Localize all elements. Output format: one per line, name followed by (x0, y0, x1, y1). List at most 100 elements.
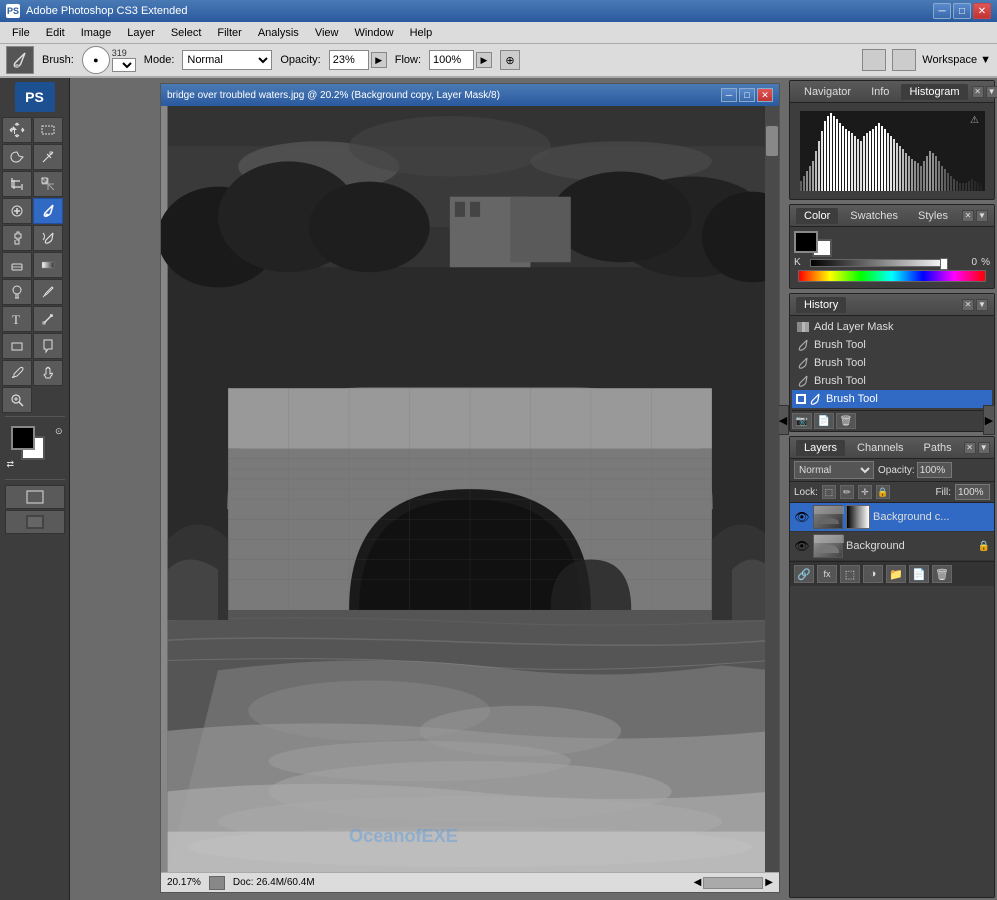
layer-opacity-input[interactable] (917, 462, 952, 478)
pen-tool[interactable] (33, 279, 63, 305)
panels-collapse-right[interactable]: ▶ (983, 405, 995, 435)
channels-tab[interactable]: Channels (849, 440, 911, 456)
histogram-menu-btn[interactable]: ▼ (986, 86, 997, 98)
histogram-close-btn[interactable]: ✕ (972, 86, 984, 98)
scroll-right[interactable]: ▶ (765, 877, 773, 889)
lock-transparent-btn[interactable]: ⬚ (822, 485, 836, 499)
layer-row-0[interactable]: 👁 Background c... (790, 503, 994, 532)
magic-wand-tool[interactable] (33, 144, 63, 170)
brush-dropdown[interactable] (112, 58, 136, 72)
lasso-tool[interactable] (2, 144, 32, 170)
swatches-tab[interactable]: Swatches (842, 208, 906, 224)
layer-mask-btn[interactable]: ⬚ (840, 565, 860, 583)
layout-button2[interactable] (892, 49, 916, 71)
shape-tool[interactable] (2, 333, 32, 359)
dodge-burn-tool[interactable] (2, 279, 32, 305)
rainbow-bar[interactable] (798, 270, 986, 282)
create-doc-btn[interactable]: 📄 (814, 413, 834, 429)
histogram-tab[interactable]: Histogram (901, 84, 967, 100)
navigator-tab[interactable]: Navigator (796, 84, 859, 100)
hand-tool[interactable] (33, 360, 63, 386)
layers-menu-btn[interactable]: ▼ (978, 442, 990, 454)
lock-image-btn[interactable]: ✏ (840, 485, 854, 499)
menu-view[interactable]: View (307, 25, 347, 41)
scroll-left[interactable]: ◀ (694, 877, 702, 889)
info-tab[interactable]: Info (863, 84, 897, 100)
doc-minimize-btn[interactable]: ─ (721, 88, 737, 102)
flow-input[interactable] (429, 50, 474, 70)
history-item-0[interactable]: Add Layer Mask (792, 318, 992, 336)
menu-analysis[interactable]: Analysis (250, 25, 307, 41)
swap-colors-icon[interactable]: ⇄ (7, 459, 15, 470)
healing-brush-tool[interactable] (2, 198, 32, 224)
eyedropper-tool[interactable] (2, 360, 32, 386)
layer-0-visibility[interactable]: 👁 (794, 509, 810, 525)
maximize-button[interactable]: □ (953, 3, 971, 19)
history-item-4[interactable]: Brush Tool (792, 390, 992, 408)
brush-tool-btn[interactable] (33, 198, 63, 224)
layer-adjustment-btn[interactable]: ◑ (863, 565, 883, 583)
view-mode-normal[interactable] (5, 485, 65, 509)
vertical-scrollbar[interactable] (765, 106, 779, 872)
color-close-btn[interactable]: ✕ (962, 210, 974, 222)
lock-position-btn[interactable]: ✛ (858, 485, 872, 499)
marquee-tool[interactable] (33, 117, 63, 143)
foreground-color-swatch[interactable] (11, 426, 35, 450)
type-tool[interactable]: T (2, 306, 32, 332)
zoom-tool[interactable] (2, 387, 32, 413)
eraser-tool[interactable] (2, 252, 32, 278)
styles-tab[interactable]: Styles (910, 208, 956, 224)
fg-color-box[interactable] (794, 231, 818, 253)
layers-close-btn[interactable]: ✕ (964, 442, 976, 454)
workspace-button[interactable]: Workspace ▼ (922, 54, 991, 66)
layer-link-btn[interactable]: 🔗 (794, 565, 814, 583)
color-tab[interactable]: Color (796, 208, 838, 224)
mode-select[interactable]: Normal (182, 50, 272, 70)
close-button[interactable]: ✕ (973, 3, 991, 19)
blend-mode-select[interactable]: Normal (794, 461, 874, 479)
status-icon[interactable] (209, 876, 225, 890)
k-slider-thumb[interactable] (940, 258, 948, 270)
history-brush-tool[interactable] (33, 225, 63, 251)
flow-arrow[interactable]: ▶ (476, 52, 492, 68)
menu-select[interactable]: Select (163, 25, 210, 41)
history-item-1[interactable]: Brush Tool (792, 336, 992, 354)
move-tool[interactable] (2, 117, 32, 143)
title-controls[interactable]: ─ □ ✕ (933, 3, 991, 19)
layer-fill-input[interactable] (955, 484, 990, 500)
layer-fx-btn[interactable]: fx (817, 565, 837, 583)
opacity-input[interactable] (329, 50, 369, 70)
k-slider[interactable] (810, 259, 948, 267)
menu-help[interactable]: Help (402, 25, 441, 41)
history-tab[interactable]: History (796, 297, 846, 313)
layer-new-btn[interactable]: 📄 (909, 565, 929, 583)
path-select-tool[interactable] (33, 306, 63, 332)
view-mode-screen[interactable] (5, 510, 65, 534)
layers-tab[interactable]: Layers (796, 440, 845, 456)
history-item-2[interactable]: Brush Tool (792, 354, 992, 372)
lock-all-btn[interactable]: 🔒 (876, 485, 890, 499)
scrollbar-thumb[interactable] (766, 126, 778, 156)
opacity-arrow[interactable]: ▶ (371, 52, 387, 68)
history-close-btn[interactable]: ✕ (962, 299, 974, 311)
history-item-3[interactable]: Brush Tool (792, 372, 992, 390)
doc-restore-btn[interactable]: □ (739, 88, 755, 102)
menu-image[interactable]: Image (73, 25, 120, 41)
menu-edit[interactable]: Edit (38, 25, 73, 41)
history-options-btn[interactable]: ▼ (976, 299, 988, 311)
opacity-control[interactable]: ▶ (329, 50, 387, 70)
doc-close-btn[interactable]: ✕ (757, 88, 773, 102)
menu-filter[interactable]: Filter (209, 25, 249, 41)
layer-group-btn[interactable]: 📁 (886, 565, 906, 583)
menu-window[interactable]: Window (346, 25, 401, 41)
layer-delete-btn[interactable]: 🗑 (932, 565, 952, 583)
h-scrollbar[interactable] (703, 877, 763, 889)
flow-control[interactable]: ▶ (429, 50, 492, 70)
slice-tool[interactable] (33, 171, 63, 197)
menu-layer[interactable]: Layer (119, 25, 163, 41)
paths-tab[interactable]: Paths (916, 440, 960, 456)
gradient-tool[interactable] (33, 252, 63, 278)
stamp-tool[interactable] (2, 225, 32, 251)
color-menu-btn[interactable]: ▼ (976, 210, 988, 222)
create-snapshot-btn[interactable]: 📷 (792, 413, 812, 429)
